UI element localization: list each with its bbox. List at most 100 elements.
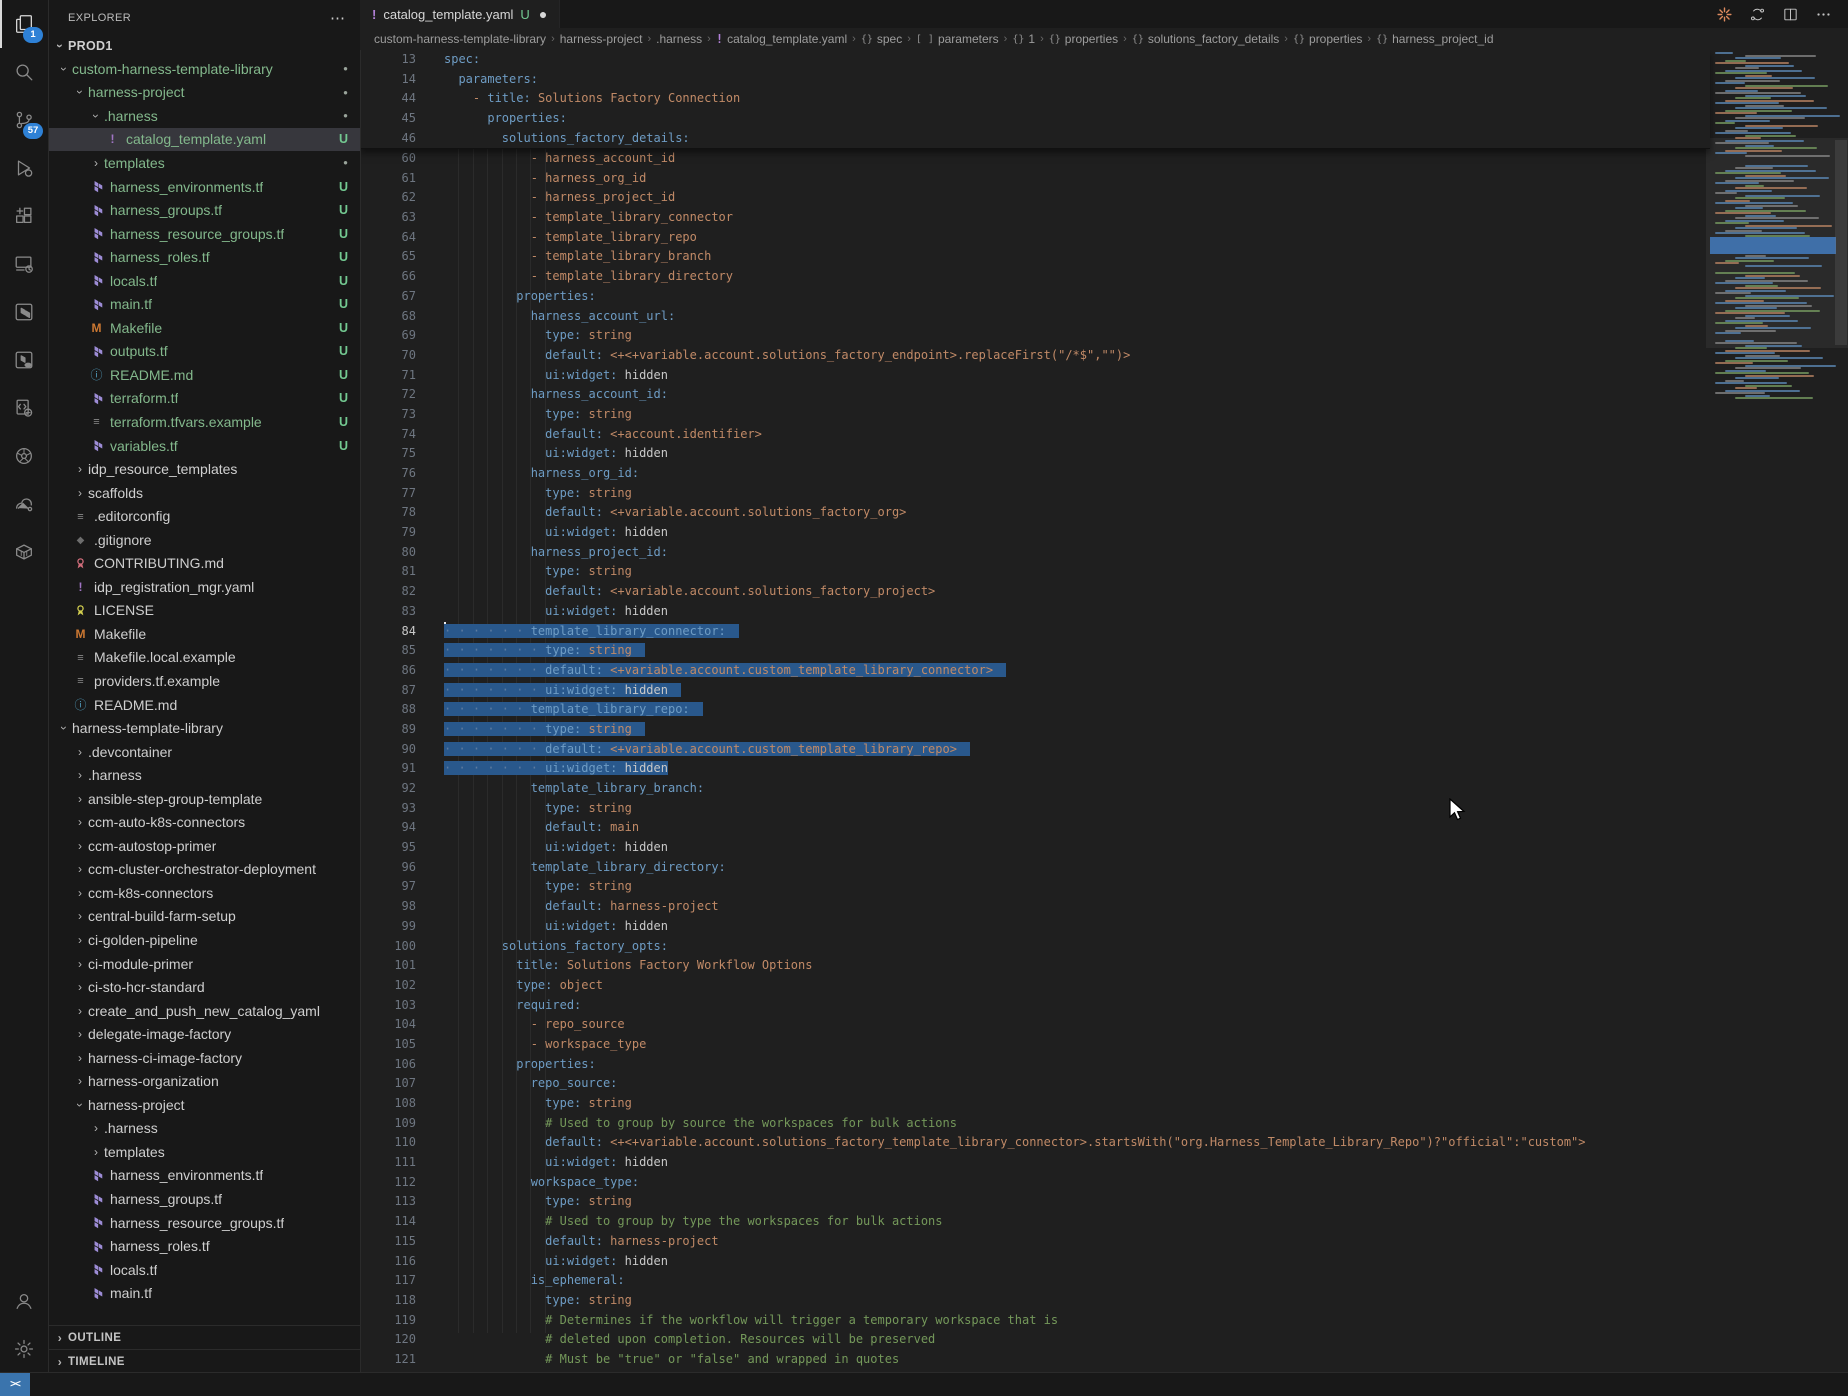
tree-item-ccm-cluster-orchestrator-deployment[interactable]: ›ccm-cluster-orchestrator-deployment — [48, 858, 360, 882]
explorer-icon[interactable]: 1 — [0, 0, 48, 48]
tree-item-central-build-farm-setup[interactable]: ›central-build-farm-setup — [48, 905, 360, 929]
code-line-70[interactable]: 70 default: <+<+variable.account.solutio… — [360, 346, 1848, 366]
tree-item--harness[interactable]: ›.harness — [48, 1117, 360, 1141]
breadcrumb-item[interactable]: harness-project — [560, 32, 643, 46]
remote-explorer-icon[interactable] — [0, 240, 48, 288]
code-line-102[interactable]: 102 type: object — [360, 976, 1848, 996]
tree-item-idp-registration-mgr-yaml[interactable]: !idp_registration_mgr.yaml — [48, 575, 360, 599]
tree-item-harness-roles-tf[interactable]: harness_roles.tfU — [48, 245, 360, 269]
tree-item-variables-tf[interactable]: variables.tfU — [48, 434, 360, 458]
code-line-96[interactable]: 96 template_library_directory: — [360, 858, 1848, 878]
code-line-111[interactable]: 111 ui:widget: hidden — [360, 1153, 1848, 1173]
vertical-scrollbar[interactable] — [1835, 140, 1847, 345]
tree-item-ci-sto-hcr-standard[interactable]: ›ci-sto-hcr-standard — [48, 975, 360, 999]
tree-item-harness-resource-groups-tf[interactable]: harness_resource_groups.tfU — [48, 222, 360, 246]
minimap[interactable] — [1710, 50, 1834, 1373]
code-line-73[interactable]: 73 type: string — [360, 405, 1848, 425]
code-line-85[interactable]: 85· · · · · · · type: string — [360, 641, 1848, 661]
timeline-section[interactable]: › TIMELINE — [48, 1349, 360, 1373]
code-line-90[interactable]: 90· · · · · · · default: <+variable.acco… — [360, 740, 1848, 760]
code-line-121[interactable]: 121 # Must be "true" or "false" and wrap… — [360, 1350, 1848, 1370]
settings-icon[interactable] — [0, 1325, 48, 1373]
breadcrumb-item[interactable]: custom-harness-template-library — [374, 32, 546, 46]
tree-item-license[interactable]: LICENSE — [48, 599, 360, 623]
tree-item-harness-roles-tf[interactable]: harness_roles.tf — [48, 1234, 360, 1258]
breadcrumb-item[interactable]: !catalog_template.yaml — [716, 32, 847, 46]
code-line-69[interactable]: 69 type: string — [360, 326, 1848, 346]
breadcrumb-item[interactable]: {}spec — [861, 32, 902, 46]
code-line-71[interactable]: 71 ui:widget: hidden — [360, 366, 1848, 386]
tree-item-main-tf[interactable]: main.tf — [48, 1281, 360, 1305]
code-line-78[interactable]: 78 default: <+variable.account.solutions… — [360, 503, 1848, 523]
tree-item-ccm-auto-k8s-connectors[interactable]: ›ccm-auto-k8s-connectors — [48, 811, 360, 835]
ansible-icon[interactable] — [0, 480, 48, 528]
code-line-74[interactable]: 74 default: <+account.identifier> — [360, 425, 1848, 445]
tree-item--devcontainer[interactable]: ›.devcontainer — [48, 740, 360, 764]
run-starburst-icon[interactable] — [1716, 6, 1733, 23]
tree-item-templates[interactable]: ›templates — [48, 1140, 360, 1164]
breadcrumb-item[interactable]: {}properties — [1049, 32, 1118, 46]
code-line-76[interactable]: 76 harness_org_id: — [360, 464, 1848, 484]
code-line-103[interactable]: 103 required: — [360, 996, 1848, 1016]
code-line-67[interactable]: 67 properties: — [360, 287, 1848, 307]
dev-container-icon[interactable] — [0, 384, 48, 432]
outline-section[interactable]: › OUTLINE — [48, 1325, 360, 1349]
code-line-86[interactable]: 86· · · · · · · default: <+variable.acco… — [360, 661, 1848, 681]
code-line-98[interactable]: 98 default: harness-project — [360, 897, 1848, 917]
code-line-117[interactable]: 117 is_ephemeral: — [360, 1271, 1848, 1291]
code-line-114[interactable]: 114 # Used to group by type the workspac… — [360, 1212, 1848, 1232]
code-line-97[interactable]: 97 type: string — [360, 877, 1848, 897]
code-line-108[interactable]: 108 type: string — [360, 1094, 1848, 1114]
code-line-100[interactable]: 100 solutions_factory_opts: — [360, 937, 1848, 957]
tab-catalog-template-yaml[interactable]: ! catalog_template.yaml U ● — [360, 0, 560, 28]
tree-item-harness-project[interactable]: ›harness-project — [48, 1093, 360, 1117]
breadcrumb-item[interactable]: {}solutions_factory_details — [1132, 32, 1279, 46]
tree-item--harness[interactable]: ›.harness — [48, 763, 360, 787]
code-line-83[interactable]: 83 ui:widget: hidden — [360, 602, 1848, 622]
tree-item-harness-environments-tf[interactable]: harness_environments.tf — [48, 1164, 360, 1188]
split-editor-icon[interactable] — [1782, 6, 1799, 23]
code-line-72[interactable]: 72 harness_account_id: — [360, 385, 1848, 405]
code-line-82[interactable]: 82 default: <+variable.account.solutions… — [360, 582, 1848, 602]
terraform-cloud-icon[interactable] — [0, 336, 48, 384]
code-line-113[interactable]: 113 type: string — [360, 1192, 1848, 1212]
search-icon[interactable] — [0, 48, 48, 96]
tree-item-makefile-local-example[interactable]: ≡Makefile.local.example — [48, 646, 360, 670]
code-line-118[interactable]: 118 type: string — [360, 1291, 1848, 1311]
code-line-84[interactable]: 84· · · · · · template_library_connector… — [360, 622, 1848, 642]
tree-item-templates[interactable]: ›templates● — [48, 151, 360, 175]
tree-item--harness[interactable]: ›.harness● — [48, 104, 360, 128]
tree-item--editorconfig[interactable]: ≡.editorconfig — [48, 504, 360, 528]
code-line-61[interactable]: 61 - harness_org_id — [360, 169, 1848, 189]
kubernetes-icon[interactable] — [0, 432, 48, 480]
terraform-icon[interactable] — [0, 288, 48, 336]
containers-icon[interactable] — [0, 528, 48, 576]
code-line-106[interactable]: 106 properties: — [360, 1055, 1848, 1075]
code-line-88[interactable]: 88· · · · · · template_library_repo: — [360, 700, 1848, 720]
code-editor[interactable]: 60 - harness_account_id61 - harness_org_… — [360, 50, 1848, 1373]
code-line-77[interactable]: 77 type: string — [360, 484, 1848, 504]
code-line-60[interactable]: 60 - harness_account_id — [360, 149, 1848, 169]
breadcrumb-item[interactable]: {}properties — [1293, 32, 1362, 46]
run-debug-icon[interactable] — [0, 144, 48, 192]
code-line-115[interactable]: 115 default: harness-project — [360, 1232, 1848, 1252]
code-line-91[interactable]: 91· · · · · · · ui:widget: hidden — [360, 759, 1848, 779]
code-line-14[interactable]: 14 parameters: — [360, 70, 1710, 90]
tree-item-terraform-tf[interactable]: terraform.tfU — [48, 387, 360, 411]
tree-item-idp-resource-templates[interactable]: ›idp_resource_templates — [48, 457, 360, 481]
code-line-80[interactable]: 80 harness_project_id: — [360, 543, 1848, 563]
code-line-81[interactable]: 81 type: string — [360, 562, 1848, 582]
tree-item-ccm-k8s-connectors[interactable]: ›ccm-k8s-connectors — [48, 881, 360, 905]
breadcrumb-item[interactable]: {}harness_project_id — [1376, 32, 1493, 46]
code-line-66[interactable]: 66 - template_library_directory — [360, 267, 1848, 287]
breadcrumb-item[interactable]: [ ]parameters — [916, 32, 999, 46]
code-line-112[interactable]: 112 workspace_type: — [360, 1173, 1848, 1193]
breadcrumb-item[interactable]: .harness — [656, 32, 702, 46]
code-line-110[interactable]: 110 default: <+<+variable.account.soluti… — [360, 1133, 1848, 1153]
code-line-64[interactable]: 64 - template_library_repo — [360, 228, 1848, 248]
tree-item-readme-md[interactable]: ⓘREADME.md — [48, 693, 360, 717]
tree-item-custom-harness-template-library[interactable]: ›custom-harness-template-library● — [48, 57, 360, 81]
code-line-62[interactable]: 62 - harness_project_id — [360, 188, 1848, 208]
code-line-75[interactable]: 75 ui:widget: hidden — [360, 444, 1848, 464]
tree-item-harness-ci-image-factory[interactable]: ›harness-ci-image-factory — [48, 1046, 360, 1070]
